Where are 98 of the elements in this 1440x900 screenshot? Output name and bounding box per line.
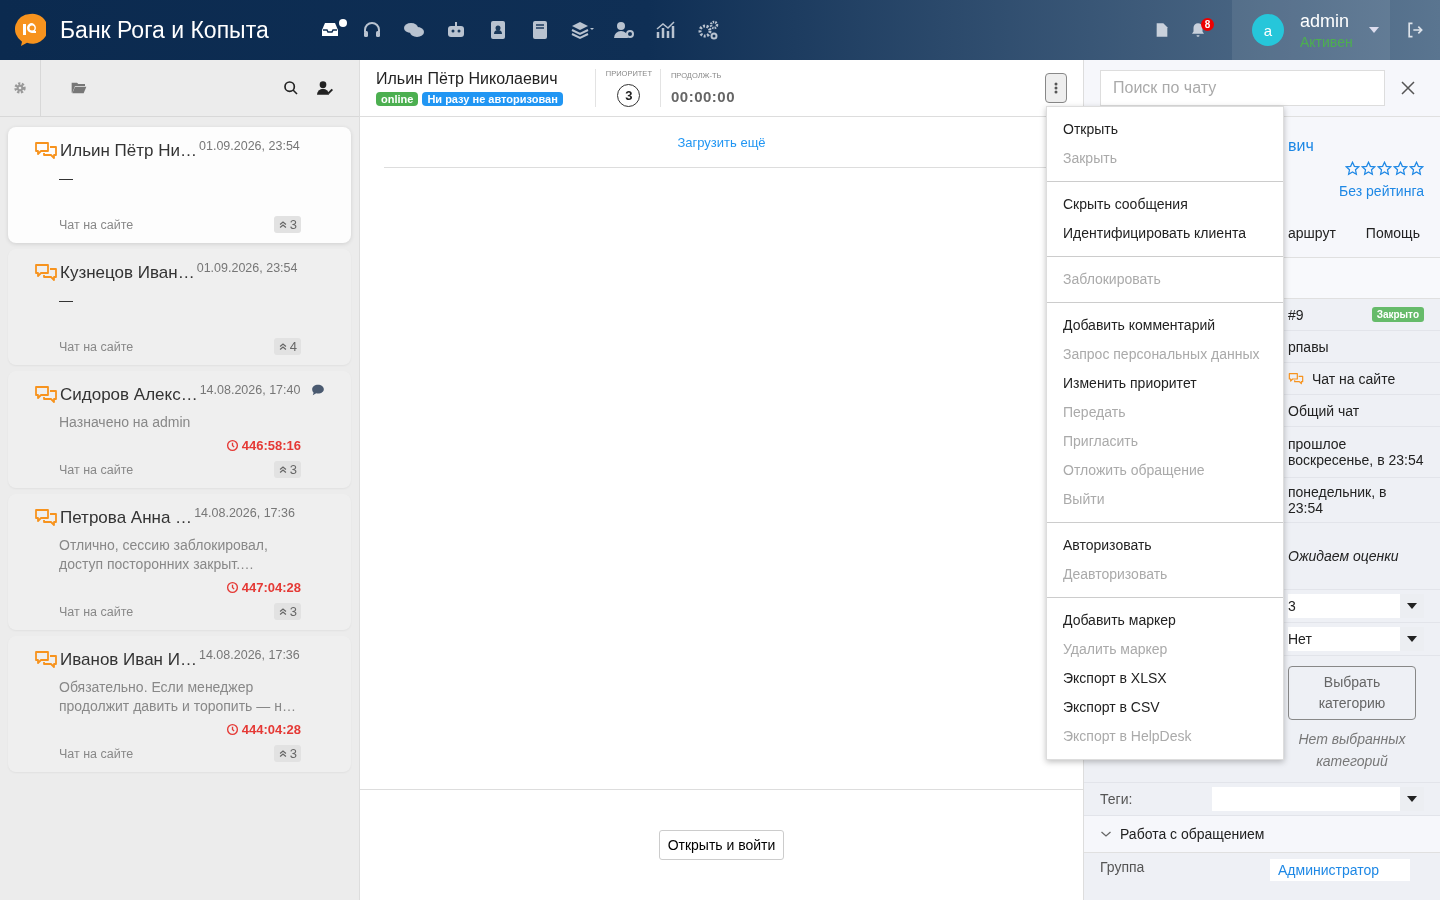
message-preview: Обязательно. Если менеджер продолжит давить и торопить — н… <box>59 678 297 716</box>
message-preview: Назначено на admin <box>59 413 192 432</box>
field-label: Группа <box>1100 859 1146 877</box>
client-name: Ильин Пётр Ни… <box>60 141 197 161</box>
ticket-number: #9 <box>1288 306 1304 323</box>
open-and-join-button[interactable]: Открыть и войти <box>658 830 785 860</box>
menu-item[interactable]: Скрыть сообщения <box>1047 190 1283 219</box>
field-value: Общий чат <box>1288 402 1361 419</box>
bell-icon <box>1189 21 1207 39</box>
priority-tag: 3 <box>273 745 301 762</box>
status-badge: online <box>376 92 419 106</box>
chat-search-field[interactable]: Поиск по чату <box>1100 70 1385 106</box>
priority-tag: 3 <box>273 603 301 620</box>
channel-value: Чат на сайте <box>1312 370 1396 387</box>
group-value: Администратор <box>1270 859 1410 881</box>
wait-timer: 446:58:16 <box>34 438 301 453</box>
priority-tag: 3 <box>273 216 301 233</box>
panel-tab[interactable]: Помощь <box>1365 225 1420 249</box>
double-chevron-icon <box>277 606 288 617</box>
menu-item[interactable]: Экспорт в CSV <box>1047 693 1283 722</box>
client-name: Кузнецов Иван… <box>60 263 195 283</box>
menu-item[interactable]: Добавить комментарий <box>1047 311 1283 340</box>
clock-icon <box>225 581 239 594</box>
channel-label: Чат на сайте <box>59 746 134 761</box>
rating-text: Без рейтинга <box>1339 183 1424 199</box>
menu-item[interactable]: Экспорт в XLSX <box>1047 664 1283 693</box>
folder-icon <box>69 80 89 96</box>
chat-date: 01.09.2026, 23:54 <box>196 261 298 275</box>
logo-icon <box>14 13 46 47</box>
field-value: рпавы <box>1288 338 1330 355</box>
comment-icon <box>310 383 327 397</box>
section-header[interactable]: Работа с обращением <box>1084 816 1440 853</box>
priority-tag: 3 <box>273 461 301 478</box>
client-name: Петрова Анна … <box>60 508 193 528</box>
channel-label: Чат на сайте <box>59 217 134 232</box>
field-value: понедельник, в 23:54 <box>1288 484 1388 516</box>
choose-category-button[interactable]: Выбрать категорию <box>1288 666 1416 720</box>
client-name: Ильин Пётр Николаевич <box>376 70 559 88</box>
message-preview: — <box>59 291 74 310</box>
channel-label: Чат на сайте <box>59 604 134 619</box>
field-value: прошлое воскресенье, в 23:54 <box>1288 436 1424 468</box>
menu-item[interactable]: Изменить приоритет <box>1047 369 1283 398</box>
folder-button[interactable] <box>69 80 89 96</box>
client-name: вич <box>1288 137 1314 155</box>
chat-date: 14.08.2026, 17:36 <box>198 648 300 662</box>
chat-date: 01.09.2026, 23:54 <box>199 139 300 153</box>
empty-categories-note: Нет выбранных категорий <box>1297 730 1407 771</box>
user-status: Активен <box>1300 33 1353 50</box>
menu-item[interactable]: Идентифицировать клиента <box>1047 219 1283 248</box>
app-title: Банк Рога и Копыта <box>60 16 269 44</box>
channel-label: Чат на сайте <box>59 462 134 477</box>
user-name: admin <box>1300 10 1351 32</box>
notifications-button[interactable]: 8 <box>1180 10 1216 50</box>
clock-icon <box>225 723 239 736</box>
client-name: Сидоров Алекс… <box>60 385 198 405</box>
chat-date: 14.08.2026, 17:40 <box>199 383 301 397</box>
message-preview: Отлично, сессию заблокировал, доступ посторонних закрыт.… <box>59 536 269 574</box>
close-button[interactable] <box>1399 79 1417 97</box>
clock-icon <box>225 439 239 452</box>
double-chevron-icon <box>277 219 288 230</box>
notification-count: 8 <box>1201 18 1214 31</box>
rating-status: Ожидаем оценки <box>1288 548 1399 564</box>
status-badge: Закрыто <box>1371 307 1424 322</box>
priority-tag: 4 <box>273 338 301 355</box>
logout-icon <box>1405 20 1425 40</box>
message-preview: — <box>59 169 74 188</box>
menu-item[interactable]: Открыть <box>1047 115 1283 144</box>
search-icon <box>283 80 299 96</box>
wait-timer: 447:04:28 <box>34 580 301 595</box>
document-icon <box>1154 21 1170 39</box>
channel-label: Чат на сайте <box>59 339 134 354</box>
settings-icon <box>12 80 28 96</box>
field-label: Теги: <box>1100 791 1134 807</box>
search-button[interactable] <box>283 80 299 96</box>
duration-value: 00:00:00 <box>670 88 735 105</box>
status-badge: Ни разу не авторизован <box>422 92 563 106</box>
caret-icon <box>1368 27 1379 33</box>
user-edit-icon <box>315 80 335 96</box>
kebab-icon <box>1054 82 1058 94</box>
caret-icon <box>1407 796 1417 802</box>
wait-timer: 444:04:28 <box>34 722 301 737</box>
caret-icon <box>1407 636 1417 642</box>
assign-user-button[interactable] <box>315 80 335 96</box>
double-chevron-icon <box>277 748 288 759</box>
more-button[interactable] <box>1045 73 1067 103</box>
caret-icon <box>1407 603 1417 609</box>
user-avatar: a <box>1252 14 1284 46</box>
notification-dot <box>338 19 347 27</box>
panel-tab[interactable]: аршрут <box>1288 225 1336 249</box>
user-menu[interactable]: a admin Активен <box>1232 0 1390 60</box>
menu-item[interactable]: Авторизовать <box>1047 531 1283 560</box>
double-chevron-icon <box>277 341 288 352</box>
client-name: Иванов Иван И… <box>60 650 197 670</box>
menu-item[interactable]: Добавить маркер <box>1047 606 1283 635</box>
close-icon <box>1399 79 1417 97</box>
double-chevron-icon <box>277 464 288 475</box>
chat-bubbles-icon <box>1288 370 1304 387</box>
chat-date: 14.08.2026, 17:36 <box>194 506 295 520</box>
